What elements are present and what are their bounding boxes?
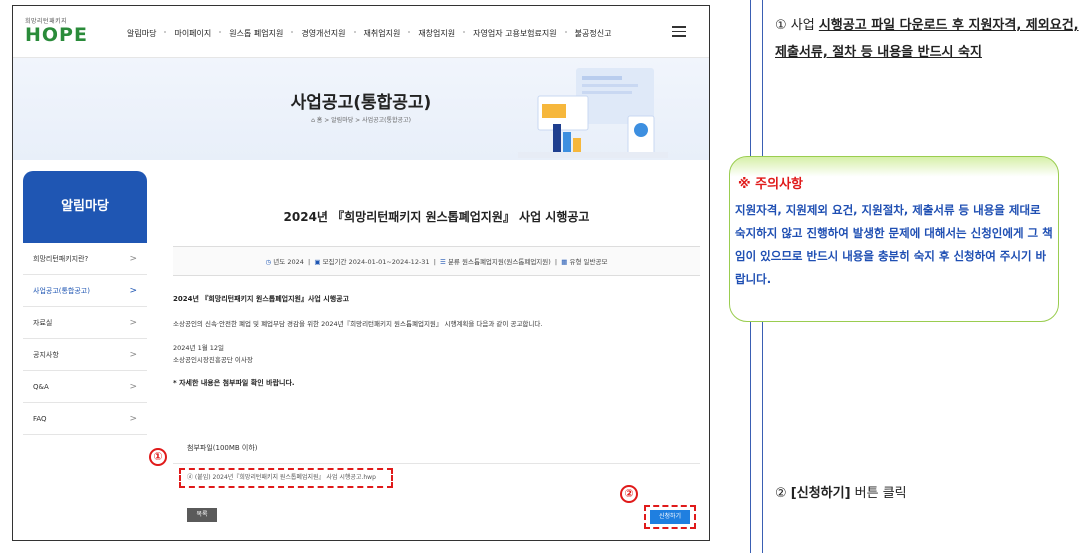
meta-period: 2024-01-01~2024-12-31 bbox=[348, 258, 430, 266]
meta-year: 2024 bbox=[287, 258, 304, 266]
page-banner: 사업공고(통합공고) ⌂ 홈 > 알림마당 > 사업공고(통합공고) bbox=[13, 58, 709, 160]
sidebar-item-label: 자료실 bbox=[33, 319, 53, 327]
sidebar-item-qna[interactable]: Q&A > bbox=[23, 371, 147, 403]
sidebar: 알림마당 희망리턴패키지란? > 사업공고(통합공고) > 자료실 > 공지사항 > Q… bbox=[23, 171, 147, 435]
meta-type-label: 유형 bbox=[569, 258, 582, 266]
sidebar-item-announcements[interactable]: 공지사항 > bbox=[23, 339, 147, 371]
chevron-right-icon: > bbox=[129, 414, 137, 424]
notice-body: 지원자격, 지원제외 요건, 지원절차, 제출서류 등 내용을 제대로 숙지하지… bbox=[735, 203, 1053, 286]
chevron-right-icon: > bbox=[129, 286, 137, 296]
apply-button[interactable]: 신청하기 bbox=[650, 510, 690, 524]
step1-underlined: 시행공고 파일 다운로드 후 지원자격, 제외요건, 제출서류, 절차 등 내용… bbox=[775, 18, 1079, 60]
sidebar-item-label: 사업공고(통합공고) bbox=[33, 287, 90, 295]
logo-text: HOPE bbox=[25, 24, 88, 46]
post-meta: ◷ 년도 2024 | ▣ 모집기간 2024-01-01~2024-12-31… bbox=[173, 246, 700, 276]
notice-title: ※ 주의사항 bbox=[738, 177, 804, 192]
calendar-icon: ▣ bbox=[314, 258, 321, 266]
step1-prefix: ① 사업 bbox=[775, 18, 819, 33]
sidebar-item-label: 희망리턴패키지란? bbox=[33, 255, 89, 263]
apply-button-highlight: 신청하기 bbox=[644, 505, 696, 529]
body-date: 2024년 1월 12일 bbox=[173, 344, 225, 352]
nav-item-notice[interactable]: 알림마당 bbox=[118, 28, 165, 39]
chevron-right-icon: > bbox=[129, 254, 137, 264]
body-text: 소상공인의 신속·안전한 폐업 및 폐업부담 경감을 위한 2024년『희망리턴… bbox=[173, 320, 543, 328]
attachment-file-link[interactable]: ⓓ (붙임) 2024년『희망리턴패키지 원스톱폐업지원』 사업 시행공고.hw… bbox=[179, 468, 393, 488]
step2-suffix: 버튼 클릭 bbox=[850, 486, 907, 501]
hope-logo[interactable]: 희망리턴패키지 HOPE bbox=[25, 16, 88, 45]
marker-two: ② bbox=[620, 485, 638, 503]
attachment-label: 첨부파일(100MB 이하) bbox=[187, 444, 258, 452]
clock-icon: ◷ bbox=[265, 258, 272, 266]
list-icon: ☰ bbox=[440, 258, 446, 266]
instruction-step-2: ② [신청하기] 버튼 클릭 bbox=[775, 482, 907, 501]
sidebar-item-faq[interactable]: FAQ > bbox=[23, 403, 147, 435]
marker-one: ① bbox=[149, 448, 167, 466]
nav-item-management[interactable]: 경영개선지원 bbox=[291, 28, 354, 39]
website-screenshot: 희망리턴패키지 HOPE 알림마당 마이페이지 원스톱 폐업지원 경영개선지원 … bbox=[12, 5, 710, 541]
sidebar-item-label: 공지사항 bbox=[33, 351, 59, 359]
attachment-section: 첨부파일(100MB 이하) ⓓ (붙임) 2024년『희망리턴패키지 원스톱폐… bbox=[173, 443, 700, 488]
meta-period-label: 모집기간 bbox=[322, 258, 347, 266]
body-signer: 소상공인시장진흥공단 이사장 bbox=[173, 356, 253, 364]
sidebar-item-archive[interactable]: 자료실 > bbox=[23, 307, 147, 339]
chevron-right-icon: > bbox=[129, 318, 137, 328]
body-note: * 자세한 내용은 첨부파일 확인 바랍니다. bbox=[173, 379, 295, 387]
site-header: 희망리턴패키지 HOPE 알림마당 마이페이지 원스톱 폐업지원 경영개선지원 … bbox=[13, 6, 709, 58]
meta-category-label: 분류 bbox=[447, 258, 460, 266]
nav-item-onestop-closure[interactable]: 원스톱 폐업지원 bbox=[219, 28, 292, 39]
banner-illustration bbox=[518, 68, 668, 158]
meta-type: 일반공모 bbox=[583, 258, 608, 266]
divider bbox=[173, 463, 700, 464]
meta-year-label: 년도 bbox=[273, 258, 286, 266]
nav-item-insurance[interactable]: 자영업자 고용보험료지원 bbox=[463, 28, 566, 39]
body-heading: 2024년 『희망리턴패키지 원스톱폐업지원』사업 시행공고 bbox=[173, 295, 350, 303]
sidebar-title: 알림마당 bbox=[23, 171, 147, 243]
post-content: 2024년 『희망리턴패키지 원스톱폐업지원』 사업 시행공고 ◷ 년도 202… bbox=[173, 176, 700, 529]
list-button[interactable]: 목록 bbox=[187, 508, 217, 522]
post-title: 2024년 『희망리턴패키지 원스톱폐업지원』 사업 시행공고 bbox=[283, 210, 590, 224]
nav-item-restart[interactable]: 재창업지원 bbox=[408, 28, 464, 39]
step2-prefix: ② bbox=[775, 486, 791, 501]
caution-notice-box: ※ 주의사항 지원자격, 지원제외 요건, 지원절차, 제출서류 등 내용을 제… bbox=[729, 156, 1059, 322]
chevron-right-icon: > bbox=[129, 350, 137, 360]
main-nav: 알림마당 마이페이지 원스톱 폐업지원 경영개선지원 재취업지원 재창업지원 자… bbox=[118, 28, 620, 39]
nav-item-unfair-report[interactable]: 불공정신고 bbox=[564, 28, 621, 39]
sidebar-item-about[interactable]: 희망리턴패키지란? > bbox=[23, 243, 147, 275]
sidebar-item-label: FAQ bbox=[33, 415, 47, 423]
nav-item-reemployment[interactable]: 재취업지원 bbox=[353, 28, 410, 39]
step2-bold: [신청하기] bbox=[790, 486, 851, 501]
chevron-right-icon: > bbox=[129, 382, 137, 392]
grid-icon: ▦ bbox=[561, 258, 568, 266]
hamburger-menu-icon[interactable] bbox=[672, 26, 686, 37]
nav-item-mypage[interactable]: 마이페이지 bbox=[164, 28, 220, 39]
sidebar-item-label: Q&A bbox=[33, 383, 49, 391]
meta-category: 원스톱폐업지원(원스톱폐업지원) bbox=[462, 258, 551, 266]
instruction-step-1: ① 사업 시행공고 파일 다운로드 후 지원자격, 제외요건, 제출서류, 절차… bbox=[775, 12, 1085, 66]
sidebar-item-business-notice[interactable]: 사업공고(통합공고) > bbox=[23, 275, 147, 307]
post-body: 2024년 『희망리턴패키지 원스톱폐업지원』사업 시행공고 소상공인의 신속·… bbox=[173, 294, 700, 402]
